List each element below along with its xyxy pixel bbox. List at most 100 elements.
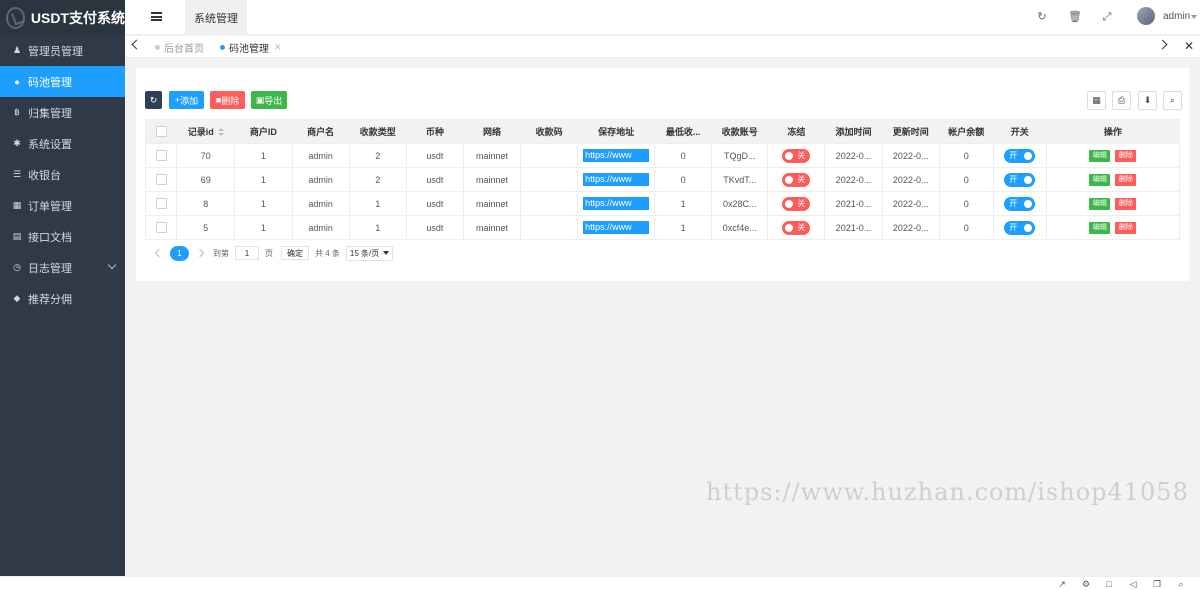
refresh-button[interactable]: ↻ (145, 91, 162, 109)
tab-code-pool[interactable]: 码池管理 ✕ (220, 36, 282, 58)
freeze-toggle[interactable]: 关 (782, 220, 811, 235)
enable-toggle[interactable]: 开 (1004, 220, 1036, 235)
address-link[interactable]: https://www (583, 149, 650, 162)
search-button[interactable]: ⌕ (1163, 91, 1182, 110)
export-icon: ▣ (255, 94, 265, 105)
export-button[interactable]: ▣ 导出 (251, 91, 287, 109)
tab-home[interactable]: 后台首页 (155, 36, 204, 58)
avatar[interactable] (1137, 7, 1155, 25)
table-row[interactable]: 69 1 admin 2 usdt mainnet https://www 0 TKvdT...… (144, 167, 1181, 192)
row-checkbox[interactable] (155, 198, 167, 210)
page-confirm-button[interactable]: 确定 (281, 246, 309, 260)
address-link[interactable]: https://www (583, 197, 650, 210)
address-link[interactable]: https://www (583, 173, 650, 186)
cell-type: 2 (375, 174, 381, 185)
sidebar-item-4[interactable]: ☰ 收银台 (0, 159, 125, 190)
enable-toggle[interactable]: 开 (1004, 148, 1036, 163)
table-cell: TKvdT... (711, 167, 769, 192)
sidebar-item-7[interactable]: ◷ 日志管理 (0, 252, 125, 283)
select-all-checkbox-cell[interactable] (144, 119, 178, 144)
freeze-toggle[interactable]: 关 (782, 172, 811, 187)
add-button[interactable]: + 添加 (169, 91, 204, 109)
refresh-icon[interactable]: ↻ (1035, 10, 1049, 24)
row-delete-button[interactable]: 删除 (1115, 197, 1137, 210)
next-page-icon[interactable] (195, 248, 205, 258)
sort-icon[interactable] (217, 128, 224, 137)
table-cell: 关 (767, 215, 826, 240)
row-checkbox[interactable] (155, 222, 167, 234)
table-cell: 关 (767, 167, 826, 192)
table-cell: 0 (654, 143, 713, 168)
delete-button[interactable]: ■ 删除 (210, 91, 245, 109)
table-row[interactable]: 8 1 admin 1 usdt mainnet https://www 1 0x28C... 关… (144, 191, 1181, 216)
sidebar-item-2[interactable]: ฿ 归集管理 (0, 97, 125, 128)
row-delete-button[interactable]: 删除 (1115, 221, 1137, 234)
calculator-icon: ▦ (12, 200, 22, 210)
prev-page-icon[interactable] (154, 248, 164, 258)
table-cell: 69 (176, 167, 236, 192)
tabs-scroll-right-icon[interactable] (1157, 39, 1168, 50)
sidebar-item-6[interactable]: ▤ 接口文档 (0, 221, 125, 252)
sidebar-item-3[interactable]: ✱ 系统设置 (0, 128, 125, 159)
cell-account: TKvdT... (723, 174, 757, 185)
enable-toggle-label: 开 (1009, 174, 1018, 184)
volume-icon[interactable]: ◁ (1128, 579, 1138, 589)
sidebar-item-8[interactable]: ◆ 推荐分佣 (0, 283, 125, 314)
rocket-icon[interactable]: ↗ (1057, 579, 1067, 589)
trash-icon[interactable]: □ (1104, 579, 1114, 589)
columns-filter-button[interactable]: ▦ (1087, 91, 1106, 110)
window-icon[interactable]: ❐ (1152, 579, 1162, 589)
logo[interactable]: USDT支付系统 (0, 0, 125, 35)
sidebar-item-5[interactable]: ▦ 订单管理 (0, 190, 125, 221)
table-cell: 开 (992, 167, 1047, 192)
user-caret-icon[interactable] (1191, 15, 1197, 19)
row-checkbox[interactable] (155, 150, 167, 162)
export-table-button[interactable]: ⬇ (1138, 91, 1157, 110)
table-row[interactable]: 70 1 admin 2 usdt mainnet https://www 0 TQgD... 关… (144, 143, 1181, 168)
table-cell: 0x28C... (711, 191, 769, 216)
user-name[interactable]: admin (1163, 11, 1190, 22)
close-all-tabs-icon[interactable]: ✕ (1184, 39, 1194, 53)
table-cell: 编辑 删除 (1045, 191, 1181, 216)
trash-icon[interactable]: 🗑︎ (1068, 10, 1082, 24)
goto-label: 到第 (213, 248, 229, 258)
address-link[interactable]: https://www (583, 221, 650, 234)
sidebar-item-label: 收银台 (28, 169, 61, 182)
menu-toggle-icon[interactable] (151, 12, 162, 21)
table-cell: 编辑 删除 (1045, 143, 1181, 168)
current-page[interactable]: 1 (170, 245, 189, 261)
table-row[interactable]: 5 1 admin 1 usdt mainnet https://www 1 0xcf4e...… (144, 215, 1181, 240)
table-cell: 2022-0... (881, 215, 940, 240)
row-checkbox[interactable] (155, 174, 167, 186)
row-delete-button[interactable]: 删除 (1115, 149, 1137, 162)
column-header[interactable]: 记录id (176, 119, 236, 144)
table-cell (520, 167, 579, 192)
settings-icon[interactable]: ⚙ (1081, 579, 1091, 589)
header-tab-system[interactable]: 系统管理 (185, 0, 247, 35)
freeze-toggle[interactable]: 关 (782, 148, 811, 163)
tabs-scroll-left-icon[interactable] (131, 39, 142, 50)
edit-button[interactable]: 编辑 (1089, 173, 1111, 186)
tab-close-icon[interactable]: ✕ (274, 42, 282, 53)
freeze-toggle[interactable]: 关 (782, 196, 811, 211)
edit-button[interactable]: 编辑 (1089, 197, 1111, 210)
cell-balance: 0 (963, 198, 969, 209)
page-number-input[interactable] (235, 246, 259, 260)
fullscreen-icon[interactable]: ⤢ (1100, 10, 1114, 24)
row-delete-button[interactable]: 删除 (1115, 173, 1137, 186)
chevron-down-icon (383, 251, 390, 255)
cell-id: 5 (203, 222, 209, 233)
enable-toggle[interactable]: 开 (1004, 196, 1036, 211)
print-button[interactable]: ⎙ (1112, 91, 1131, 110)
search-icon[interactable]: ⌕ (1176, 579, 1186, 589)
enable-toggle[interactable]: 开 (1004, 172, 1036, 187)
page-size-select[interactable]: 15 条/页 (345, 245, 394, 261)
edit-button[interactable]: 编辑 (1089, 149, 1111, 162)
sidebar-item-0[interactable]: ♟ 管理员管理 (0, 35, 125, 66)
sidebar-item-1[interactable]: ● 码池管理 (0, 66, 125, 97)
table-cell: admin (291, 167, 350, 192)
select-all-checkbox[interactable] (155, 126, 167, 138)
page-size-value: 15 条/页 (349, 248, 380, 258)
cell-currency: usdt (426, 222, 444, 233)
edit-button[interactable]: 编辑 (1089, 221, 1111, 234)
